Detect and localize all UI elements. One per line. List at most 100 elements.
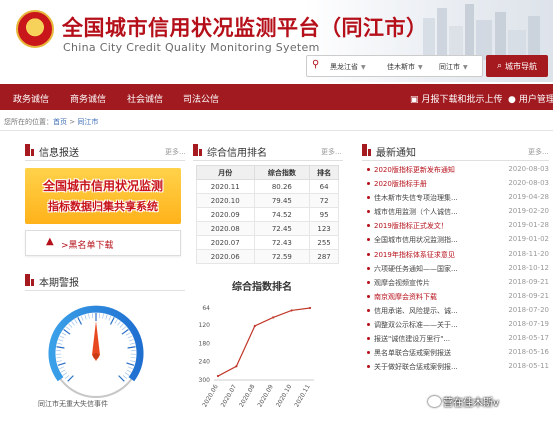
gauge-caption: 同江市无重大失信事件: [38, 400, 108, 408]
blacklist-download-button[interactable]: ▲ >黑名单下载: [25, 230, 181, 256]
notice-item[interactable]: 关于做好联合惩戒案例报... 2018-05-11: [366, 360, 549, 374]
notice-item[interactable]: 2020版指标手册 2020-08-03: [366, 177, 549, 191]
bullet-icon: [367, 182, 370, 186]
bullet-icon: [367, 266, 370, 270]
x-tick-label: 2020.10: [275, 383, 294, 408]
city-navigation-button[interactable]: ⌕ 城市导航: [486, 55, 548, 77]
notice-text: 黑名单联合惩戒案例报送: [374, 349, 451, 358]
monthly-report-link[interactable]: ▣ 月报下载和批示上传: [410, 92, 503, 105]
table-row: 2020.06 72.59 287: [196, 249, 339, 264]
rank-more-link[interactable]: 更多...: [321, 147, 342, 157]
province-select[interactable]: 黑龙江省 ▼: [330, 62, 366, 72]
notice-item[interactable]: 城市信用监测（个人诚信... 2019-02-20: [366, 205, 549, 219]
notice-item[interactable]: 黑名单联合惩戒案例报送 2018-05-16: [366, 346, 549, 360]
gauge-tick: [63, 329, 71, 335]
notice-text: 六项硬任务通知——国家...: [374, 264, 458, 273]
info-report-title: 信息报送: [39, 148, 79, 159]
notice-more-link[interactable]: 更多...: [528, 147, 549, 157]
notice-item[interactable]: 2019年指标体系征求意见 2018-11-20: [366, 248, 549, 262]
info-report-header: 信息报送 更多...: [25, 143, 186, 159]
county-select[interactable]: 同江市 ▼: [439, 62, 468, 72]
report-icon: ▣: [410, 95, 419, 105]
notice-item[interactable]: 信用承诺、风险提示、诚... 2018-07-20: [366, 304, 549, 318]
notice-item[interactable]: 2019版指标正式发文！ 2019-01-28: [366, 219, 549, 233]
user-management-link[interactable]: ● 用户管理: [508, 92, 553, 105]
gauge-tick: [67, 375, 74, 382]
rank-table: 月份 综合指数 排名 2020.11 80.26 64 2020.10 79.45 72…: [196, 165, 339, 264]
gauge-tick: [65, 326, 70, 331]
gauge-tick: [128, 366, 133, 370]
notice-list: 2020版指标更新发布通知 2020-08-03 2020版指标手册 2020-08-…: [366, 163, 549, 374]
gauge-tick: [126, 362, 135, 366]
notice-date: 2018-10-12: [508, 263, 549, 272]
gauge-tick: [57, 342, 63, 345]
notice-item[interactable]: 全国城市信用状况监测指... 2019-01-02: [366, 233, 549, 247]
y-tick-label: 300: [199, 377, 211, 384]
notice-header: 最新通知 更多...: [362, 143, 549, 159]
notice-date: 2018-09-21: [508, 277, 549, 286]
notice-item[interactable]: 六项硬任务通知——国家... 2018-10-12: [366, 262, 549, 276]
site-subtitle: China City Credit Quality Monitoring Sye…: [63, 41, 320, 54]
series-line: [217, 307, 311, 377]
gauge-tick: [56, 360, 62, 363]
gauge-tick: [64, 375, 70, 379]
notice-item[interactable]: 佳木斯市失信专项治理集... 2019-04-28: [366, 191, 549, 205]
gauge-tick: [126, 369, 132, 373]
notice-item[interactable]: 调整双公示标准——关于... 2018-07-19: [366, 318, 549, 332]
y-tick-label: 120: [199, 322, 211, 329]
notice-date: 2018-11-20: [508, 249, 549, 258]
bullet-icon: [367, 365, 370, 369]
menu-item-business[interactable]: 商务诚信: [70, 92, 106, 105]
wechat-icon: [428, 396, 441, 407]
bullet-icon: [367, 337, 370, 341]
bullet-icon: [367, 210, 370, 214]
data-point: [272, 316, 275, 319]
notice-date: 2019-02-20: [508, 207, 549, 216]
main-menu: 政务诚信 商务诚信 社会诚信 司法公信 ▣ 月报下载和批示上传 ● 用户管理: [0, 84, 553, 110]
gauge-tick: [130, 360, 136, 363]
chevron-down-icon: ▼: [463, 64, 468, 71]
notice-date: 2019-04-28: [508, 193, 549, 202]
breadcrumb-home[interactable]: 首页: [53, 118, 67, 126]
info-more-link[interactable]: 更多...: [165, 147, 186, 157]
menu-item-social[interactable]: 社会诚信: [127, 92, 163, 105]
notice-item[interactable]: 南京观摩会资料下载 2018-09-21: [366, 290, 549, 304]
data-sharing-system-banner[interactable]: 全国城市信用状况监测 指标数据归集共享系统: [25, 168, 181, 224]
city-select[interactable]: 佳木斯市 ▼: [387, 62, 423, 72]
bullet-icon: [367, 252, 370, 256]
column-header-month: 月份: [196, 165, 255, 180]
bullet-icon: [367, 168, 370, 171]
notice-text: 观摩会视频宣传片: [374, 278, 430, 287]
gauge-tick: [128, 339, 134, 342]
gauge-tick: [71, 321, 75, 326]
gauge-tick: [59, 335, 65, 339]
notice-item[interactable]: 2020版指标更新发布通知 2020-08-03: [366, 163, 549, 177]
notice-date: 2018-09-21: [508, 291, 549, 300]
x-tick-label: 2020.08: [238, 383, 257, 408]
notice-text: 全国城市信用状况监测指...: [374, 236, 458, 245]
warning-header: 本期警报: [25, 273, 185, 289]
gauge-tick: [102, 313, 104, 319]
chevron-down-icon: ▼: [361, 64, 366, 71]
notice-date: 2020-08-03: [508, 179, 549, 188]
menu-item-judicial[interactable]: 司法公信: [183, 92, 219, 105]
gauge-tick: [117, 321, 121, 326]
gauge-tick: [58, 339, 64, 342]
breadcrumb-current[interactable]: 同江市: [77, 118, 98, 126]
notice-text: 调整双公示标准——关于...: [374, 321, 458, 330]
y-tick-label: 64: [202, 305, 210, 312]
notice-item[interactable]: 报送"诚信建设万里行"... 2018-05-17: [366, 332, 549, 346]
x-tick-label: 2020.11: [293, 383, 312, 408]
x-tick-label: 2020.07: [220, 383, 239, 408]
arrow-up-icon: ▲: [46, 236, 54, 247]
table-row: 2020.10 79.45 72: [196, 193, 339, 208]
menu-item-government[interactable]: 政务诚信: [13, 92, 49, 105]
gauge-tick: [108, 315, 112, 321]
section-bar-icon: [193, 144, 202, 156]
location-selector: ⚲ 黑龙江省 ▼ 佳木斯市 ▼ 同江市 ▼: [306, 55, 483, 77]
notice-item[interactable]: 观摩会视频宣传片 2018-09-21: [366, 276, 549, 290]
notice-text: 报送"诚信建设万里行"...: [374, 335, 451, 344]
gauge-tick: [127, 335, 133, 339]
notice-text: 信用承诺、风险提示、诚...: [374, 306, 458, 315]
notice-text: 南京观摩会资料下载: [374, 292, 437, 301]
